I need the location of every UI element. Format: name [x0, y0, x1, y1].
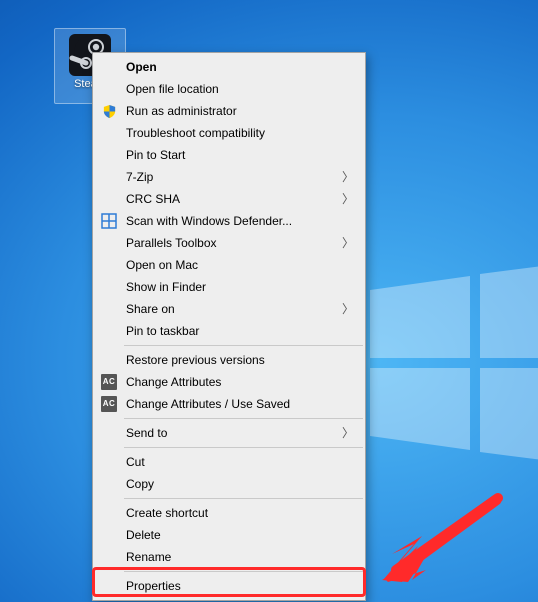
menu-separator: [124, 345, 363, 346]
menu-item-label: Show in Finder: [126, 280, 206, 294]
menu-item-open[interactable]: Open: [94, 56, 364, 78]
menu-item-pin-to-start[interactable]: Pin to Start: [94, 144, 364, 166]
menu-item-crc-sha[interactable]: CRC SHA 〉: [94, 188, 364, 210]
menu-item-label: Run as administrator: [126, 104, 237, 118]
menu-item-parallels-toolbox[interactable]: Parallels Toolbox 〉: [94, 232, 364, 254]
chevron-right-icon: 〉: [342, 422, 354, 444]
menu-item-label: Create shortcut: [126, 506, 208, 520]
desktop-background: Steam Open Open file location Run as adm…: [0, 0, 538, 602]
menu-separator: [124, 498, 363, 499]
menu-item-open-on-mac[interactable]: Open on Mac: [94, 254, 364, 276]
menu-item-open-file-location[interactable]: Open file location: [94, 78, 364, 100]
menu-item-label: Share on: [126, 302, 175, 316]
annotation-arrow-overlay: [378, 490, 508, 590]
menu-item-properties[interactable]: Properties: [94, 575, 364, 597]
attribute-changer-icon: AC: [100, 395, 118, 413]
menu-item-run-as-administrator[interactable]: Run as administrator: [94, 100, 364, 122]
shield-uac-icon: [100, 102, 118, 120]
menu-item-7zip[interactable]: 7-Zip 〉: [94, 166, 364, 188]
menu-item-troubleshoot-compatibility[interactable]: Troubleshoot compatibility: [94, 122, 364, 144]
menu-item-show-in-finder[interactable]: Show in Finder: [94, 276, 364, 298]
menu-item-label: Copy: [126, 477, 154, 491]
context-menu: Open Open file location Run as administr…: [92, 52, 366, 601]
menu-item-share-on[interactable]: Share on 〉: [94, 298, 364, 320]
menu-item-label: Open on Mac: [126, 258, 198, 272]
menu-item-label: Open: [126, 60, 157, 74]
menu-item-label: 7-Zip: [126, 170, 153, 184]
menu-item-label: Properties: [126, 579, 181, 593]
menu-separator: [124, 418, 363, 419]
menu-item-label: Scan with Windows Defender...: [126, 214, 292, 228]
windows-logo-watermark: [370, 260, 538, 460]
menu-item-restore-previous-versions[interactable]: Restore previous versions: [94, 349, 364, 371]
attribute-changer-icon: AC: [100, 373, 118, 391]
menu-item-label: CRC SHA: [126, 192, 180, 206]
menu-item-label: Delete: [126, 528, 161, 542]
menu-item-label: Cut: [126, 455, 145, 469]
menu-item-label: Pin to taskbar: [126, 324, 199, 338]
menu-item-change-attributes-saved[interactable]: AC Change Attributes / Use Saved: [94, 393, 364, 415]
menu-item-label: Change Attributes: [126, 375, 221, 389]
menu-item-label: Pin to Start: [126, 148, 185, 162]
menu-item-label: Rename: [126, 550, 171, 564]
chevron-right-icon: 〉: [342, 188, 354, 210]
menu-item-label: Parallels Toolbox: [126, 236, 217, 250]
chevron-right-icon: 〉: [342, 232, 354, 254]
menu-item-label: Send to: [126, 426, 167, 440]
menu-item-label: Change Attributes / Use Saved: [126, 397, 290, 411]
menu-item-create-shortcut[interactable]: Create shortcut: [94, 502, 364, 524]
menu-separator: [124, 447, 363, 448]
chevron-right-icon: 〉: [342, 298, 354, 320]
menu-item-label: Troubleshoot compatibility: [126, 126, 265, 140]
menu-item-pin-to-taskbar[interactable]: Pin to taskbar: [94, 320, 364, 342]
menu-item-change-attributes[interactable]: AC Change Attributes: [94, 371, 364, 393]
menu-item-cut[interactable]: Cut: [94, 451, 364, 473]
menu-item-label: Restore previous versions: [126, 353, 265, 367]
menu-item-send-to[interactable]: Send to 〉: [94, 422, 364, 444]
menu-item-rename[interactable]: Rename: [94, 546, 364, 568]
chevron-right-icon: 〉: [342, 166, 354, 188]
defender-shield-icon: [100, 212, 118, 230]
menu-item-copy[interactable]: Copy: [94, 473, 364, 495]
menu-separator: [124, 571, 363, 572]
menu-item-scan-defender[interactable]: Scan with Windows Defender...: [94, 210, 364, 232]
annotation-arrow: [378, 490, 508, 590]
menu-item-label: Open file location: [126, 82, 219, 96]
menu-item-delete[interactable]: Delete: [94, 524, 364, 546]
